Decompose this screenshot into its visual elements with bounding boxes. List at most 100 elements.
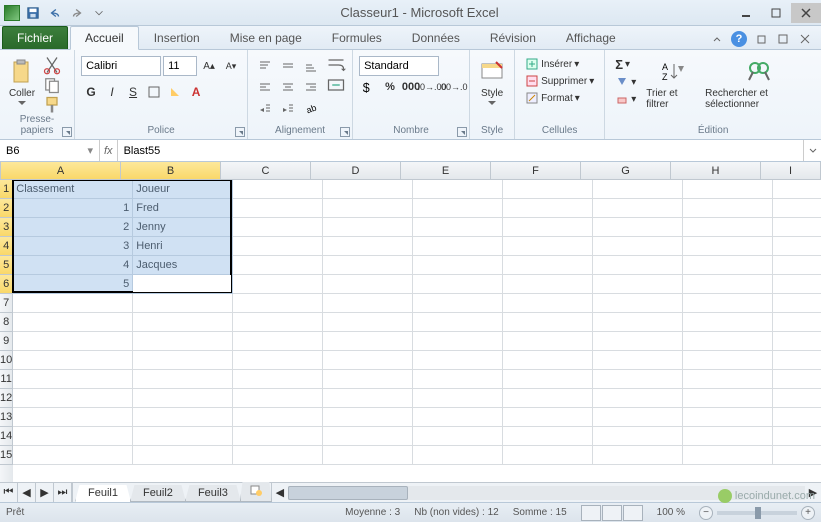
- cell-B11[interactable]: [133, 370, 233, 389]
- cell-C9[interactable]: [233, 332, 323, 351]
- cut-icon[interactable]: [42, 56, 62, 74]
- cell-A14[interactable]: [13, 427, 133, 446]
- insert-cells-button[interactable]: Insérer ▾: [521, 56, 598, 72]
- col-header-I[interactable]: I: [761, 162, 821, 179]
- cell-H9[interactable]: [683, 332, 773, 351]
- row-header-14[interactable]: 14: [0, 427, 13, 446]
- bold-button[interactable]: G: [81, 82, 101, 102]
- minimize-button[interactable]: [731, 3, 761, 23]
- cell-C15[interactable]: [233, 446, 323, 465]
- paste-button[interactable]: Coller: [6, 56, 38, 107]
- tab-formules[interactable]: Formules: [317, 26, 397, 49]
- percent-format-icon[interactable]: %: [380, 78, 400, 96]
- minimize-ribbon-icon[interactable]: [709, 31, 725, 47]
- tab-données[interactable]: Données: [397, 26, 475, 49]
- cell-F15[interactable]: [503, 446, 593, 465]
- cell-E3[interactable]: [413, 218, 503, 237]
- cell-F13[interactable]: [503, 408, 593, 427]
- cell-B1[interactable]: Joueur: [133, 180, 233, 199]
- row-header-10[interactable]: 10: [0, 351, 13, 370]
- cell-A3[interactable]: 2: [13, 218, 133, 237]
- col-header-E[interactable]: E: [401, 162, 491, 179]
- delete-cells-button[interactable]: Supprimer ▾: [521, 73, 598, 89]
- cell-I11[interactable]: [773, 370, 821, 389]
- cell-C5[interactable]: [233, 256, 323, 275]
- cell-C10[interactable]: [233, 351, 323, 370]
- cell-A6[interactable]: 5: [13, 275, 133, 294]
- cell-B5[interactable]: Jacques: [133, 256, 233, 275]
- row-header-5[interactable]: 5: [0, 256, 13, 275]
- cell-E14[interactable]: [413, 427, 503, 446]
- align-top-icon[interactable]: [254, 56, 276, 76]
- merge-center-icon[interactable]: [326, 76, 346, 94]
- cells-area[interactable]: ClassementJoueur1Fred2Jenny3Henri4Jacque…: [13, 180, 821, 482]
- row-header-8[interactable]: 8: [0, 313, 13, 332]
- cell-F8[interactable]: [503, 313, 593, 332]
- cell-I10[interactable]: [773, 351, 821, 370]
- cell-C2[interactable]: [233, 199, 323, 218]
- cell-C6[interactable]: [233, 275, 323, 294]
- row-header-13[interactable]: 13: [0, 408, 13, 427]
- tab-accueil[interactable]: Accueil: [70, 26, 139, 50]
- file-tab[interactable]: Fichier: [2, 26, 68, 49]
- cell-G8[interactable]: [593, 313, 683, 332]
- number-dialog-launcher[interactable]: [457, 127, 467, 137]
- cell-B2[interactable]: Fred: [133, 199, 233, 218]
- redo-icon[interactable]: [68, 4, 86, 22]
- cell-F12[interactable]: [503, 389, 593, 408]
- cell-I9[interactable]: [773, 332, 821, 351]
- cell-H15[interactable]: [683, 446, 773, 465]
- close-button[interactable]: [791, 3, 821, 23]
- name-box-input[interactable]: [6, 145, 76, 157]
- cell-F9[interactable]: [503, 332, 593, 351]
- cell-E6[interactable]: [413, 275, 503, 294]
- maximize-button[interactable]: [761, 3, 791, 23]
- cell-I13[interactable]: [773, 408, 821, 427]
- cell-A1[interactable]: Classement: [13, 180, 133, 199]
- col-header-H[interactable]: H: [671, 162, 761, 179]
- cell-H6[interactable]: [683, 275, 773, 294]
- cell-F6[interactable]: [503, 275, 593, 294]
- fill-color-icon[interactable]: [165, 82, 185, 102]
- qat-customize-icon[interactable]: [90, 4, 108, 22]
- find-select-button[interactable]: Rechercher et sélectionner: [703, 56, 815, 112]
- col-header-B[interactable]: B: [121, 162, 221, 179]
- cell-I8[interactable]: [773, 313, 821, 332]
- cell-I2[interactable]: [773, 199, 821, 218]
- cell-E7[interactable]: [413, 294, 503, 313]
- row-header-4[interactable]: 4: [0, 237, 13, 256]
- cell-E15[interactable]: [413, 446, 503, 465]
- cell-A12[interactable]: [13, 389, 133, 408]
- format-cells-button[interactable]: Format ▾: [521, 90, 598, 106]
- cell-E5[interactable]: [413, 256, 503, 275]
- sheet-nav-last-icon[interactable]: ⏭: [54, 483, 72, 502]
- cell-C11[interactable]: [233, 370, 323, 389]
- hscroll-thumb[interactable]: [288, 486, 408, 500]
- cell-D15[interactable]: [323, 446, 413, 465]
- cell-C8[interactable]: [233, 313, 323, 332]
- cell-I12[interactable]: [773, 389, 821, 408]
- cell-G12[interactable]: [593, 389, 683, 408]
- cell-H4[interactable]: [683, 237, 773, 256]
- cell-E1[interactable]: [413, 180, 503, 199]
- autosum-icon[interactable]: Σ ▾: [611, 56, 640, 73]
- align-center-icon[interactable]: [277, 77, 299, 97]
- cell-G6[interactable]: [593, 275, 683, 294]
- sheet-tab-Feuil3[interactable]: Feuil3: [185, 485, 241, 502]
- cell-D6[interactable]: [323, 275, 413, 294]
- cell-F4[interactable]: [503, 237, 593, 256]
- cell-styles-button[interactable]: Style: [476, 56, 508, 107]
- cell-E9[interactable]: [413, 332, 503, 351]
- cell-A15[interactable]: [13, 446, 133, 465]
- cell-E10[interactable]: [413, 351, 503, 370]
- cell-I6[interactable]: [773, 275, 821, 294]
- cell-B13[interactable]: [133, 408, 233, 427]
- cell-B4[interactable]: Henri: [133, 237, 233, 256]
- window-close-icon[interactable]: [797, 31, 813, 47]
- cell-B7[interactable]: [133, 294, 233, 313]
- row-header-11[interactable]: 11: [0, 370, 13, 389]
- sheet-nav-next-icon[interactable]: ▶: [36, 483, 54, 502]
- formula-bar-expand-icon[interactable]: [803, 140, 821, 161]
- align-middle-icon[interactable]: [277, 56, 299, 76]
- cell-B8[interactable]: [133, 313, 233, 332]
